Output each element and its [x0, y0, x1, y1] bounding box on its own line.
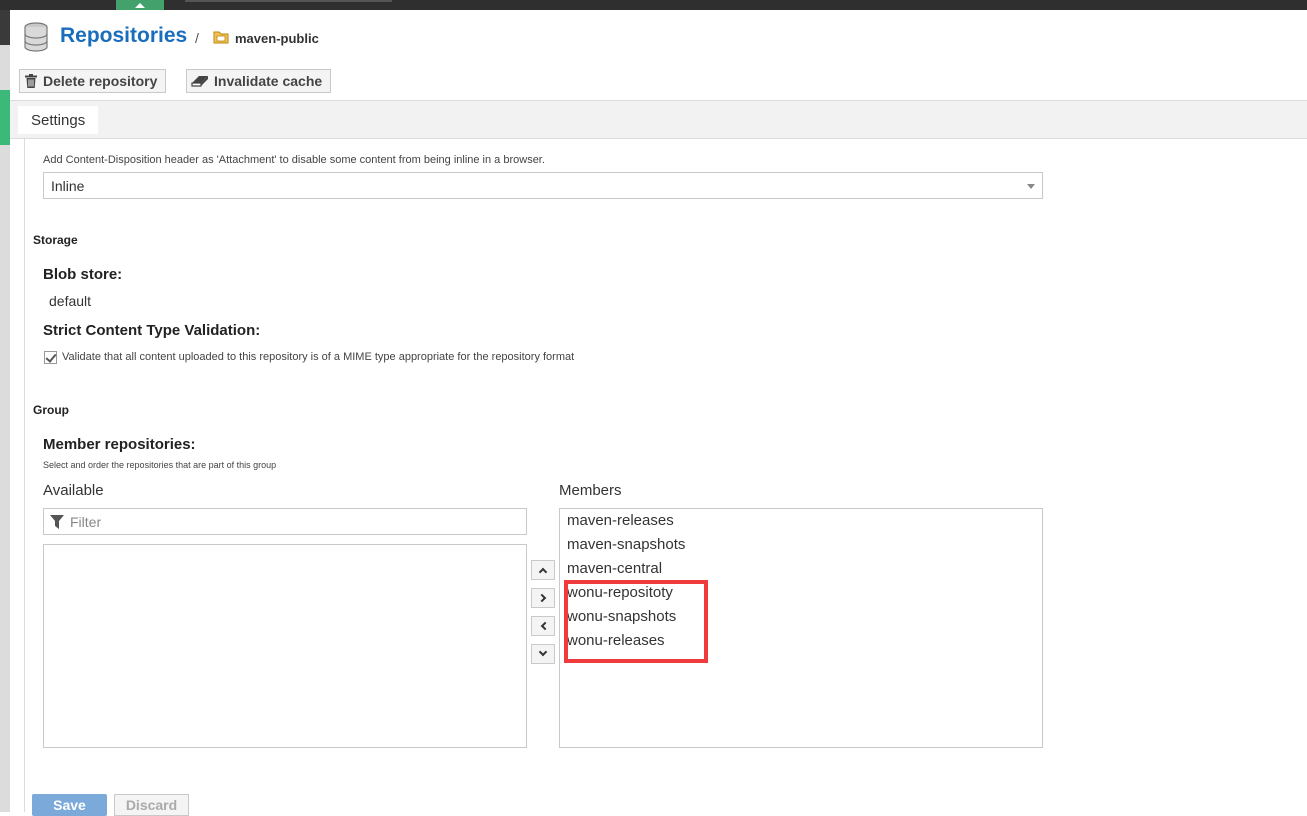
nav-bar-fragment: [185, 0, 392, 2]
tab-settings[interactable]: Settings: [18, 106, 99, 134]
left-sidebar-edge: [0, 10, 10, 812]
invalidate-cache-label: Invalidate cache: [214, 73, 323, 89]
chevron-down-icon: [538, 647, 548, 657]
highlight-annotation-box: [564, 580, 708, 663]
list-item[interactable]: maven-releases: [567, 512, 674, 529]
tab-bar: Settings: [10, 100, 1307, 139]
group-section-title: Group: [33, 403, 69, 417]
content-disposition-select[interactable]: Inline: [43, 172, 1043, 199]
move-up-button[interactable]: [531, 560, 555, 580]
strict-validation-description: Validate that all content uploaded to th…: [62, 351, 575, 363]
available-column-heading: Available: [43, 482, 104, 499]
blob-store-label: Blob store:: [43, 266, 123, 283]
move-down-button[interactable]: [531, 644, 555, 664]
nav-active-indicator: [116, 0, 164, 10]
strict-validation-label: Strict Content Type Validation:: [43, 322, 261, 339]
member-repositories-help: Select and order the repositories that a…: [43, 460, 277, 470]
settings-form: Add Content-Disposition header as 'Attac…: [24, 139, 1307, 816]
breadcrumb-current: maven-public: [235, 31, 319, 46]
top-nav-strip: [0, 0, 1307, 10]
member-repositories-label: Member repositories:: [43, 436, 196, 453]
remove-member-button[interactable]: [531, 616, 555, 636]
members-column-heading: Members: [559, 482, 622, 499]
members-list[interactable]: maven-releases maven-snapshots maven-cen…: [559, 508, 1043, 748]
chevron-left-icon: [540, 621, 549, 631]
filter-input[interactable]: Filter: [43, 508, 527, 535]
page-title[interactable]: Repositories: [60, 24, 187, 48]
eraser-icon: [191, 76, 208, 87]
content-disposition-value: Inline: [51, 178, 85, 194]
discard-button[interactable]: Discard: [114, 794, 189, 816]
blob-store-value: default: [49, 293, 92, 309]
trash-icon: [25, 74, 37, 88]
sidebar-active-marker: [0, 90, 10, 145]
content-disposition-help: Add Content-Disposition header as 'Attac…: [43, 154, 545, 166]
strict-validation-checkbox[interactable]: [44, 351, 57, 364]
delete-repository-button[interactable]: Delete repository: [19, 69, 167, 93]
breadcrumb-separator: /: [195, 30, 199, 46]
storage-section-title: Storage: [33, 233, 78, 247]
page-header: Repositories / maven-public Delete repos…: [10, 10, 1307, 100]
chevron-down-icon: [1027, 184, 1035, 189]
folder-icon: [213, 31, 229, 44]
database-icon: [24, 22, 48, 52]
save-button[interactable]: Save: [32, 794, 107, 816]
available-repositories-list[interactable]: [43, 544, 527, 748]
list-item[interactable]: maven-snapshots: [567, 536, 685, 553]
chevron-right-icon: [537, 593, 546, 603]
filter-icon: [50, 515, 64, 529]
list-item[interactable]: maven-central: [567, 560, 662, 577]
sidebar-dark-block: [0, 10, 10, 45]
add-member-button[interactable]: [531, 588, 555, 608]
filter-placeholder: Filter: [70, 514, 102, 530]
chevron-up-icon: [538, 567, 548, 577]
invalidate-cache-button[interactable]: Invalidate cache: [186, 69, 332, 93]
delete-repository-label: Delete repository: [43, 73, 158, 89]
